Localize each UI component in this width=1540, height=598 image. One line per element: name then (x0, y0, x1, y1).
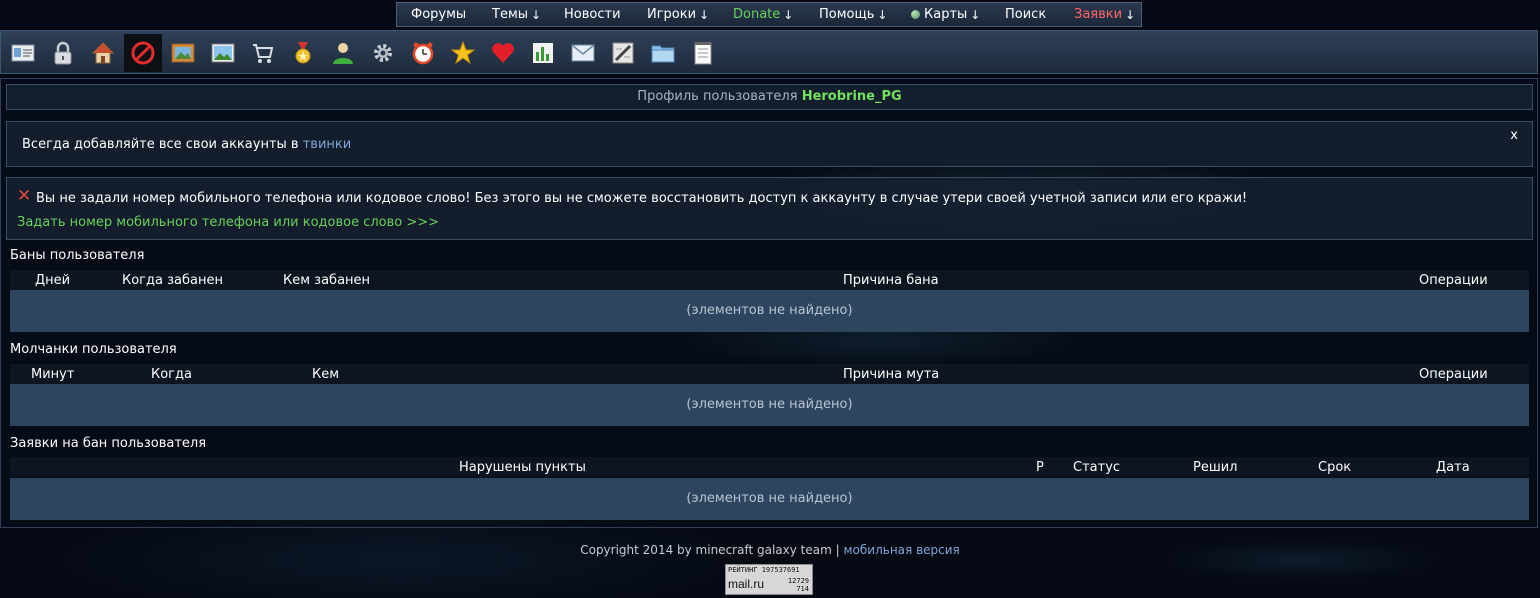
arrow-down-icon: ↓ (877, 7, 888, 22)
rating-counter[interactable]: РЕЙТИНГ 197537691 mail.ru 12729 714 (725, 564, 813, 595)
profile-username[interactable]: Herobrine_PG (802, 89, 902, 104)
counter-brand: mail.ru (728, 577, 765, 591)
set-phone-link[interactable]: Задать номер мобильного телефона или код… (17, 215, 439, 230)
top-navigation: Форумы Темы ↓ Новости Игроки ↓ Donate ↓ Пом… (396, 2, 1142, 27)
col-operations: Операции (1419, 367, 1488, 382)
bans-title: Баны пользователя (10, 248, 145, 263)
col-date: Дата (1436, 460, 1470, 475)
medal-icon[interactable] (284, 34, 322, 72)
footer: Copyright 2014 by minecraft galaxy team … (0, 543, 1540, 557)
icon-toolbar (0, 30, 1538, 74)
mutes-empty-row: (элементов не найдено) (10, 384, 1529, 426)
notepad-icon[interactable] (684, 34, 722, 72)
nav-requests-label: Заявки (1074, 7, 1123, 22)
col-when-banned: Когда забанен (122, 273, 223, 288)
nav-help-label: Помощь (819, 7, 875, 22)
nav-topics-label: Темы (492, 7, 529, 22)
warning-message: Вы не задали номер мобильного телефона и… (36, 191, 1248, 206)
heart-icon[interactable] (484, 34, 522, 72)
arrow-down-icon: ↓ (531, 7, 542, 22)
globe-icon (911, 10, 920, 19)
mutes-table-header: Минут Когда Кем Причина мута Операции (10, 364, 1529, 384)
nav-help[interactable]: Помощь ↓ (819, 3, 887, 26)
profile-card-icon[interactable] (4, 34, 42, 72)
col-decided: Решил (1193, 460, 1238, 475)
nav-news-label: Новости (564, 7, 621, 22)
ban-requests-table-header: Нарушены пункты Р Статус Решил Срок Дата (10, 457, 1529, 477)
col-term: Срок (1318, 460, 1352, 475)
edit-icon[interactable] (604, 34, 642, 72)
nav-players-label: Игроки (647, 7, 697, 22)
user-icon[interactable] (324, 34, 362, 72)
arrow-down-icon: ↓ (699, 7, 710, 22)
nav-players[interactable]: Игроки ↓ (647, 3, 709, 26)
arrow-down-icon: ↓ (1125, 7, 1136, 22)
footer-separator: | (835, 543, 840, 557)
arrow-down-icon: ↓ (970, 7, 981, 22)
ban-requests-title: Заявки на бан пользователя (10, 436, 207, 451)
error-cross-icon: ✕ (17, 186, 32, 206)
col-ban-reason: Причина бана (843, 273, 939, 288)
mutes-title: Молчанки пользователя (10, 342, 177, 357)
col-by: Кем (312, 367, 340, 382)
security-warning: ✕ Вы не задали номер мобильного телефона… (6, 177, 1533, 240)
nav-donate[interactable]: Donate ↓ (733, 3, 793, 26)
ban-icon[interactable] (124, 34, 162, 72)
star-icon[interactable] (444, 34, 482, 72)
col-status: Статус (1073, 460, 1121, 475)
nav-search[interactable]: Поиск (1005, 3, 1046, 26)
alarm-clock-icon[interactable] (404, 34, 442, 72)
counter-numbers: 12729 714 (788, 577, 809, 593)
gear-icon[interactable] (364, 34, 402, 72)
picture-frame-icon[interactable] (164, 34, 202, 72)
notice-text: Всегда добавляйте все свои аккаунты в (22, 137, 299, 152)
counter-n1: 12729 (787, 577, 809, 585)
nav-maps[interactable]: Карты ↓ (911, 3, 980, 26)
counter-n2: 714 (796, 585, 809, 593)
profile-prefix: Профиль пользователя (637, 89, 798, 104)
mobile-version-link[interactable]: мобильная версия (844, 543, 960, 557)
arrow-down-icon: ↓ (783, 7, 794, 22)
col-when: Когда (151, 367, 192, 382)
shopping-cart-icon[interactable] (244, 34, 282, 72)
copyright-text: Copyright 2014 by minecraft galaxy team (580, 543, 832, 557)
mail-icon[interactable] (564, 34, 602, 72)
main-content: Профиль пользователя Herobrine_PG Всегда… (0, 78, 1538, 528)
home-icon[interactable] (84, 34, 122, 72)
counter-label: РЕЙТИНГ 197537691 (728, 566, 800, 574)
bans-empty-row: (элементов не найдено) (10, 290, 1529, 332)
nav-donate-label: Donate (733, 7, 781, 22)
ban-requests-empty-row: (элементов не найдено) (10, 478, 1529, 520)
col-r: Р (1036, 460, 1044, 475)
nav-search-label: Поиск (1005, 7, 1047, 22)
alts-notice: Всегда добавляйте все свои аккаунты в тв… (6, 121, 1533, 167)
nav-forums[interactable]: Форумы (411, 3, 466, 26)
col-operations: Операции (1419, 273, 1488, 288)
profile-header: Профиль пользователя Herobrine_PG (6, 84, 1533, 110)
nav-forums-label: Форумы (411, 7, 467, 22)
col-days: Дней (35, 273, 71, 288)
nav-maps-label: Карты (924, 7, 968, 22)
nav-requests[interactable]: Заявки ↓ (1074, 3, 1135, 26)
landscape-icon[interactable] (204, 34, 242, 72)
folder-icon[interactable] (644, 34, 682, 72)
close-notice-button[interactable]: x (1510, 128, 1518, 143)
bar-chart-icon[interactable] (524, 34, 562, 72)
col-minutes: Минут (31, 367, 75, 382)
bans-table-header: Дней Когда забанен Кем забанен Причина б… (10, 270, 1529, 290)
lock-icon[interactable] (44, 34, 82, 72)
nav-topics[interactable]: Темы ↓ (492, 3, 541, 26)
col-banned-by: Кем забанен (283, 273, 371, 288)
nav-news[interactable]: Новости (564, 3, 621, 26)
col-violated-rules: Нарушены пункты (459, 460, 586, 475)
alts-link[interactable]: твинки (303, 137, 351, 152)
col-mute-reason: Причина мута (843, 367, 940, 382)
